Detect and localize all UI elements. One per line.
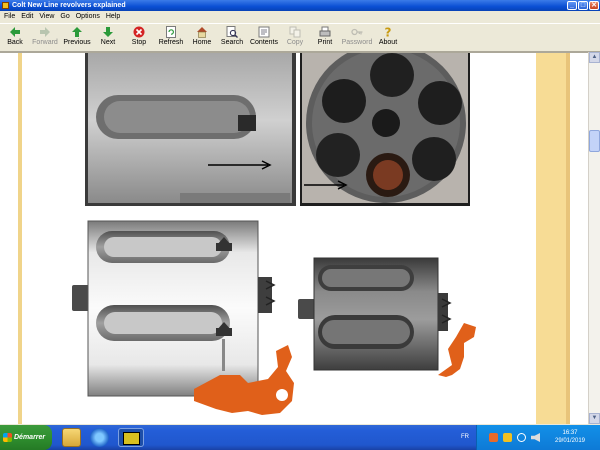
clock-time[interactable]: 16:37: [550, 430, 590, 436]
clock-date: 29/01/2019: [554, 438, 586, 444]
system-tray: FR 16:37 29/01/2019: [461, 425, 600, 450]
menu-help[interactable]: Help: [103, 11, 123, 23]
stop-button[interactable]: Stop: [126, 25, 152, 51]
copy-button[interactable]: Copy: [283, 25, 307, 51]
cylinder-diagram-light: [72, 220, 294, 415]
arrow-right-icon: [40, 27, 50, 37]
windows-logo-icon: [3, 433, 12, 442]
help-viewer-window: Colt New Line revolvers explained _ □ ✕ …: [0, 0, 600, 425]
arrow-left-icon: [10, 27, 20, 37]
alert-icon[interactable]: [489, 433, 498, 442]
cylinder-illustration: [72, 53, 476, 415]
cylinder-side-photo: [85, 53, 296, 206]
menu-go[interactable]: Go: [57, 11, 72, 23]
refresh-icon: [166, 26, 176, 38]
menu-view[interactable]: View: [36, 11, 57, 23]
stop-icon: [133, 26, 145, 38]
about-button[interactable]: ? About: [376, 25, 400, 51]
cylinder-front-photo: [300, 53, 470, 206]
home-button[interactable]: Home: [190, 25, 214, 51]
taskbar-active-app[interactable]: [118, 428, 144, 447]
back-button[interactable]: Back: [2, 25, 28, 51]
print-icon: [319, 26, 331, 37]
topic-content: [0, 52, 588, 424]
toolbar: Back Forward Previous Next Stop Refresh …: [0, 23, 600, 52]
maximize-button[interactable]: □: [578, 1, 588, 10]
next-button[interactable]: Next: [95, 25, 121, 51]
menu-edit[interactable]: Edit: [18, 11, 36, 23]
scroll-up-button[interactable]: ▲: [589, 52, 600, 63]
language-indicator[interactable]: FR: [461, 434, 469, 440]
menu-bar: File Edit View Go Options Help: [0, 11, 600, 23]
browser-icon[interactable]: [90, 428, 109, 447]
scroll-down-button[interactable]: ▼: [589, 413, 600, 424]
contents-button[interactable]: Contents: [248, 25, 280, 51]
help-icon: ?: [385, 26, 392, 38]
minimize-button[interactable]: _: [567, 1, 577, 10]
forward-button[interactable]: Forward: [30, 25, 60, 51]
start-button[interactable]: Démarrer: [0, 425, 52, 450]
menu-file[interactable]: File: [0, 11, 18, 23]
help-app-icon: [123, 432, 140, 445]
network-icon[interactable]: [517, 433, 526, 442]
security-icon[interactable]: [503, 433, 512, 442]
vertical-scrollbar[interactable]: ▲ ▼: [588, 52, 600, 424]
home-icon: [197, 27, 207, 38]
contents-icon: [258, 26, 270, 38]
search-button[interactable]: Search: [218, 25, 246, 51]
print-button[interactable]: Print: [313, 25, 337, 51]
window-title: Colt New Line revolvers explained: [12, 2, 126, 9]
cylinder-diagram-dark: [298, 257, 476, 377]
copy-icon: [289, 26, 301, 38]
password-button[interactable]: Password: [340, 25, 374, 51]
search-icon: [226, 26, 238, 38]
arrow-up-icon: [72, 27, 82, 37]
folder-icon[interactable]: [62, 428, 81, 447]
close-button[interactable]: ✕: [589, 1, 599, 10]
app-icon: [2, 2, 9, 9]
menu-options[interactable]: Options: [73, 11, 103, 23]
scroll-thumb[interactable]: [589, 130, 600, 152]
svg-text:?: ?: [385, 26, 392, 38]
refresh-button[interactable]: Refresh: [156, 25, 186, 51]
previous-button[interactable]: Previous: [62, 25, 92, 51]
volume-icon[interactable]: [531, 433, 540, 442]
arrow-down-icon: [103, 27, 113, 37]
key-icon: [351, 28, 363, 36]
title-bar[interactable]: Colt New Line revolvers explained _ □ ✕: [0, 0, 600, 11]
taskbar: Démarrer FR 16:37 29/01/2019: [0, 425, 600, 450]
